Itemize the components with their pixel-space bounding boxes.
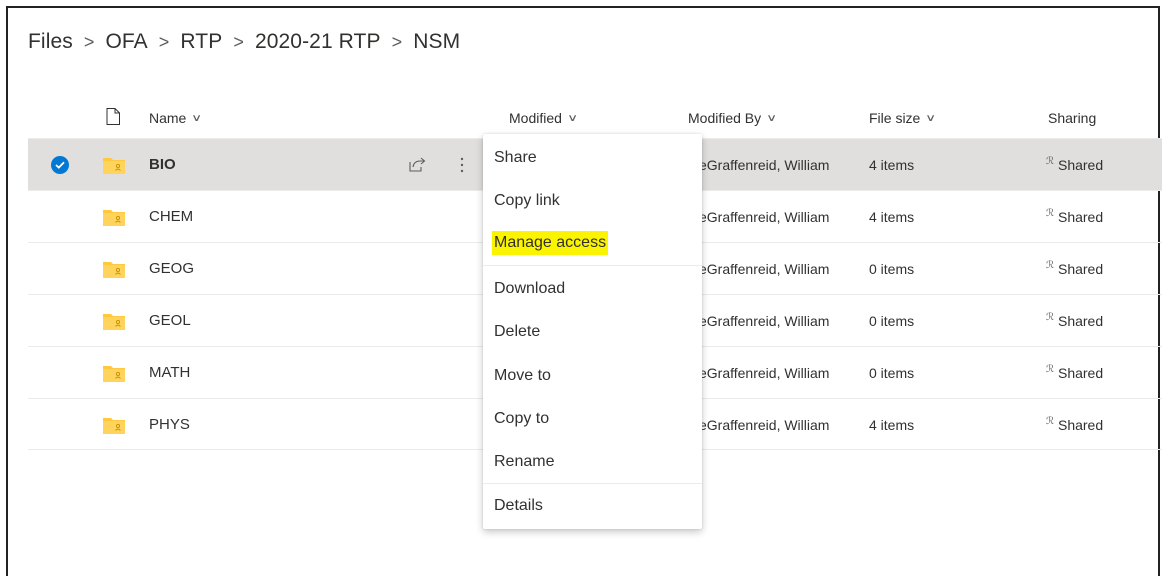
row-file-size: 4 items — [869, 416, 915, 433]
breadcrumb-item-rtp[interactable]: RTP — [180, 30, 222, 54]
row-name[interactable]: MATH — [149, 347, 190, 398]
breadcrumb-separator: > — [391, 31, 403, 52]
column-header-modified-label: Modified — [509, 110, 562, 126]
column-header-modified[interactable]: Modified ∨ — [509, 110, 579, 126]
menu-divider — [483, 483, 702, 484]
row-checkbox[interactable] — [51, 139, 69, 190]
row-name[interactable]: CHEM — [149, 191, 193, 242]
column-header-file-size[interactable]: File size ∨ — [869, 110, 937, 126]
row-modified-by: eGraffenreid, William — [699, 364, 830, 381]
breadcrumb-separator: > — [83, 31, 95, 52]
row-file-size: 4 items — [869, 156, 915, 173]
more-vertical-icon[interactable] — [460, 139, 464, 190]
row-sharing[interactable]: ℛ Shared — [1046, 399, 1103, 450]
row-name[interactable]: GEOG — [149, 243, 194, 294]
breadcrumb-item-ofa[interactable]: OFA — [105, 30, 147, 54]
menu-item-details[interactable]: Details — [494, 494, 543, 518]
row-name[interactable]: BIO — [149, 139, 176, 190]
row-sharing[interactable]: ℛ Shared — [1046, 347, 1103, 398]
document-icon — [106, 108, 120, 125]
menu-divider — [483, 265, 702, 266]
breadcrumb: Files > OFA > RTP > 2020-21 RTP > NSM — [28, 26, 460, 58]
column-header-row: Name ∨ Modified ∨ Modified By ∨ File siz… — [28, 98, 1162, 138]
row-sharing[interactable]: ℛ Shared — [1046, 191, 1103, 242]
row-name[interactable]: PHYS — [149, 399, 190, 450]
menu-item-rename[interactable]: Rename — [494, 450, 554, 474]
row-sharing-label: Shared — [1057, 156, 1104, 173]
row-file-size: 0 items — [869, 260, 915, 277]
row-file-size: 0 items — [869, 312, 915, 329]
menu-item-download[interactable]: Download — [494, 277, 565, 301]
breadcrumb-item-files[interactable]: Files — [28, 30, 73, 54]
people-icon: ℛ — [1046, 416, 1054, 427]
menu-item-copy-to[interactable]: Copy to — [494, 407, 549, 431]
row-modified-by: eGraffenreid, William — [699, 156, 830, 173]
menu-item-move-to[interactable]: Move to — [494, 364, 551, 388]
shared-folder-icon — [103, 191, 125, 242]
menu-item-share[interactable]: Share — [494, 146, 537, 170]
menu-item-manage-access[interactable]: Manage access — [492, 231, 609, 255]
shared-folder-icon — [103, 399, 125, 450]
shared-folder-icon — [103, 347, 125, 398]
breadcrumb-separator: > — [158, 31, 170, 52]
shared-folder-icon — [103, 243, 125, 294]
row-modified-by: eGraffenreid, William — [699, 312, 830, 329]
row-file-size: 4 items — [869, 208, 915, 225]
row-sharing[interactable]: ℛ Shared — [1046, 243, 1103, 294]
people-icon: ℛ — [1046, 312, 1054, 323]
row-sharing-label: Shared — [1057, 312, 1104, 329]
chevron-down-icon: ∨ — [766, 112, 778, 124]
row-modified-by: eGraffenreid, William — [699, 208, 830, 225]
column-header-file-size-label: File size — [869, 110, 921, 126]
column-header-sharing-label: Sharing — [1048, 110, 1097, 126]
shared-folder-icon — [103, 139, 125, 190]
people-icon: ℛ — [1046, 156, 1054, 167]
column-header-sharing[interactable]: Sharing — [1048, 110, 1096, 126]
shared-folder-icon — [103, 295, 125, 346]
chevron-down-icon: ∨ — [191, 112, 203, 124]
row-file-size: 0 items — [869, 364, 915, 381]
breadcrumb-separator: > — [233, 31, 244, 52]
chevron-down-icon: ∨ — [925, 112, 937, 124]
menu-item-copy-link[interactable]: Copy link — [494, 189, 560, 213]
people-icon: ℛ — [1046, 208, 1054, 219]
breadcrumb-item-2020-21-rtp[interactable]: 2020-21 RTP — [255, 30, 381, 54]
row-sharing-label: Shared — [1057, 208, 1104, 225]
column-header-name-label: Name — [149, 110, 187, 126]
breadcrumb-item-nsm[interactable]: NSM — [413, 30, 460, 54]
context-menu: Share Copy link Manage access Download D… — [483, 134, 702, 529]
column-header-modified-by-label: Modified By — [688, 110, 762, 126]
row-sharing[interactable]: ℛ Shared — [1046, 295, 1103, 346]
checkmark-icon — [51, 155, 69, 174]
people-icon: ℛ — [1046, 364, 1054, 375]
row-sharing[interactable]: ℛ Shared — [1046, 139, 1103, 190]
row-sharing-label: Shared — [1057, 416, 1104, 433]
row-modified-by: eGraffenreid, William — [699, 260, 830, 277]
row-modified-by: eGraffenreid, William — [699, 416, 830, 433]
row-sharing-label: Shared — [1057, 260, 1104, 277]
people-icon: ℛ — [1046, 260, 1054, 271]
menu-item-delete[interactable]: Delete — [494, 320, 540, 344]
row-name[interactable]: GEOL — [149, 295, 191, 346]
chevron-down-icon: ∨ — [567, 112, 579, 124]
column-header-name[interactable]: Name ∨ — [149, 110, 203, 126]
share-icon[interactable] — [409, 139, 426, 190]
column-header-modified-by[interactable]: Modified By ∨ — [688, 110, 778, 126]
row-sharing-label: Shared — [1057, 364, 1104, 381]
